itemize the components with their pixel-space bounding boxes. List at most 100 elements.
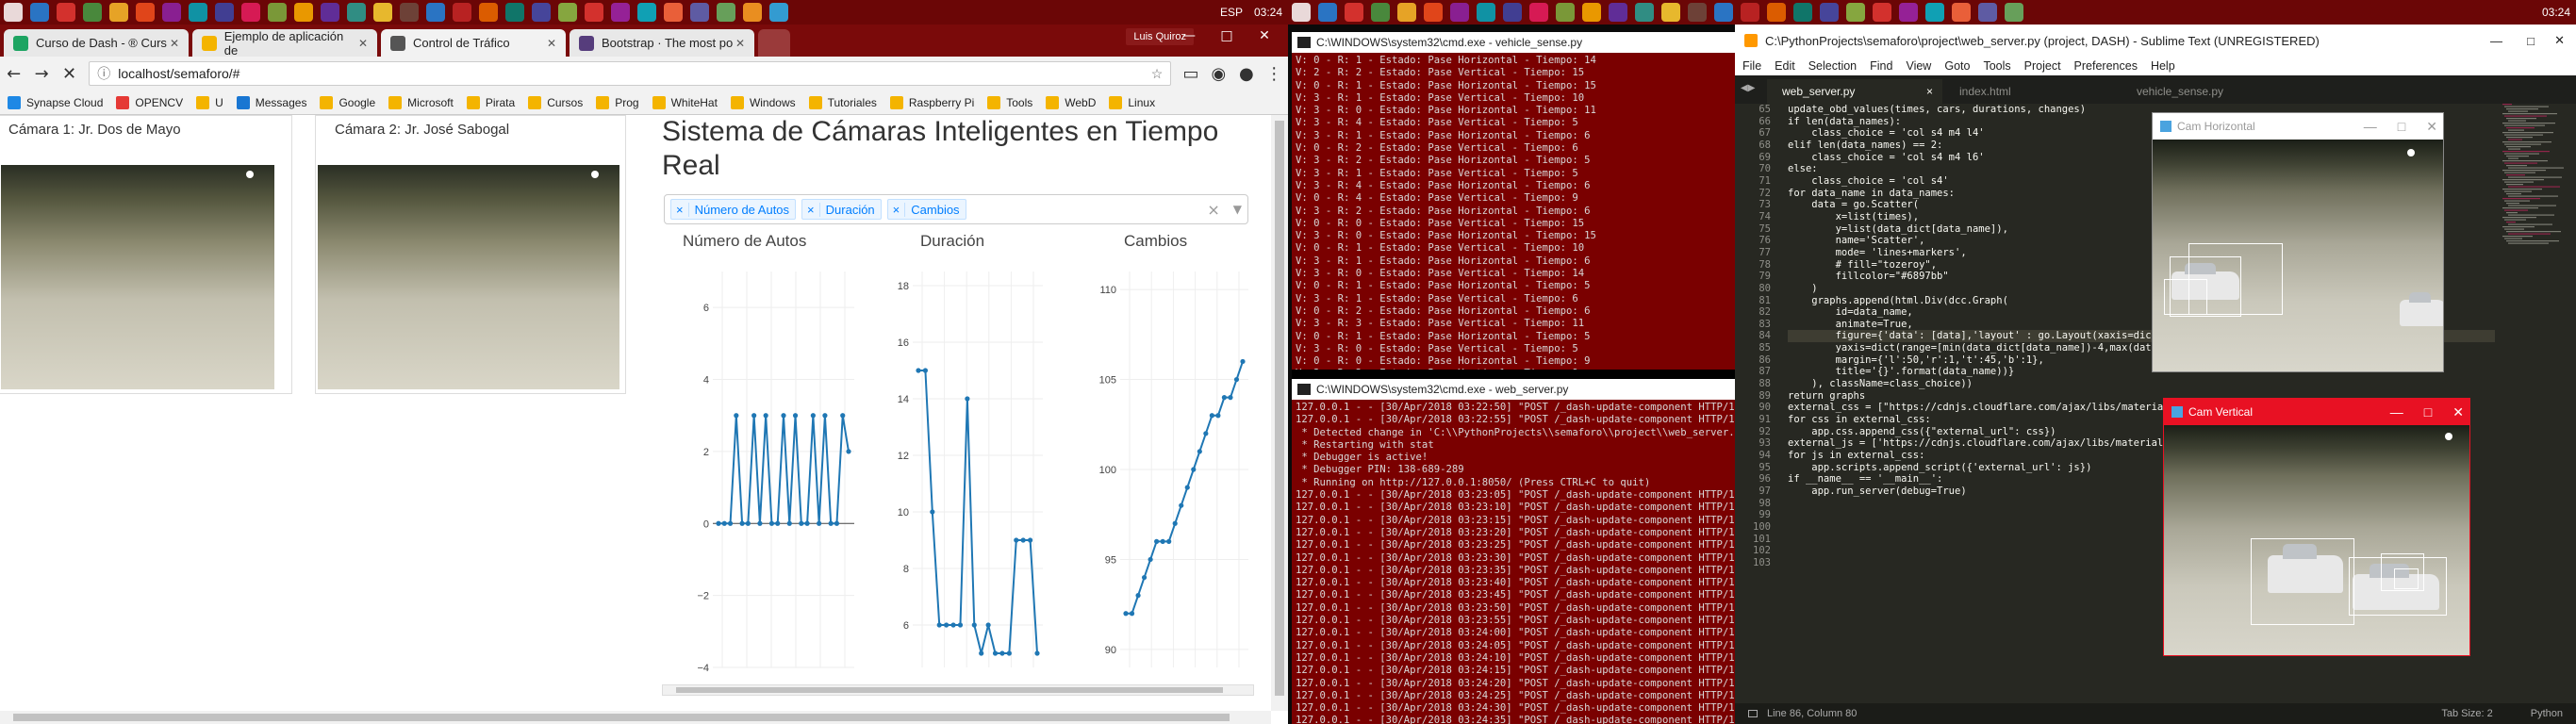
data-point[interactable]	[1141, 574, 1148, 581]
data-point[interactable]	[985, 622, 991, 628]
taskbar-app-icon[interactable]	[162, 3, 181, 22]
data-point[interactable]	[979, 650, 984, 656]
chip-remove-icon[interactable]: ×	[888, 202, 906, 217]
data-point[interactable]	[992, 650, 999, 656]
data-point[interactable]	[799, 520, 804, 526]
bookmark-item[interactable]: OPENCV	[116, 95, 183, 109]
data-point[interactable]	[739, 520, 745, 526]
data-point[interactable]	[1209, 413, 1214, 419]
data-point[interactable]	[810, 413, 816, 419]
taskbar-app-icon[interactable]	[1925, 3, 1944, 22]
data-point[interactable]	[944, 622, 949, 628]
data-point[interactable]	[1215, 413, 1221, 419]
data-point[interactable]	[1034, 650, 1040, 656]
data-point[interactable]	[817, 520, 822, 526]
menu-icon[interactable]: ⋮	[1261, 64, 1288, 84]
menu-goto[interactable]: Goto	[1944, 59, 1970, 73]
maximize-icon[interactable]: □	[1213, 25, 1241, 47]
cmd-titlebar[interactable]: C:\WINDOWS\system32\cmd.exe - vehicle_se…	[1292, 32, 1735, 53]
bookmark-item[interactable]: Google	[320, 95, 375, 109]
data-point[interactable]	[1221, 395, 1228, 401]
menu-file[interactable]: File	[1742, 59, 1761, 73]
cam-horizontal-window[interactable]: Cam Horizontal — □ ✕	[2152, 112, 2444, 372]
taskbar-clock[interactable]: 03:24	[2542, 6, 2570, 19]
minimize-icon[interactable]: —	[2390, 404, 2403, 420]
data-point[interactable]	[745, 520, 751, 526]
taskbar-app-icon[interactable]	[241, 3, 260, 22]
taskbar-app-icon[interactable]	[664, 3, 683, 22]
menu-selection[interactable]: Selection	[1808, 59, 1857, 73]
data-point[interactable]	[1240, 358, 1246, 365]
taskbar-app-icon[interactable]	[1741, 3, 1759, 22]
browser-tab[interactable]: Curso de Dash - ® Curs ✕	[4, 29, 189, 57]
data-point[interactable]	[1191, 467, 1197, 472]
tab-close-icon[interactable]: ✕	[547, 37, 556, 50]
taskbar-app-icon[interactable]	[1978, 3, 1997, 22]
bookmark-item[interactable]: Cursos	[528, 95, 583, 109]
close-icon[interactable]: ✕	[2554, 33, 2565, 48]
page-vertical-scrollbar[interactable]	[1271, 115, 1288, 711]
taskbar-app-icon[interactable]	[294, 3, 313, 22]
close-icon[interactable]: ✕	[2452, 404, 2464, 420]
cam-horizontal-titlebar[interactable]: Cam Horizontal — □ ✕	[2153, 113, 2443, 140]
menu-edit[interactable]: Edit	[1775, 59, 1795, 73]
data-point[interactable]	[957, 622, 964, 628]
data-point[interactable]	[792, 413, 799, 419]
data-point[interactable]	[1135, 593, 1141, 599]
data-point[interactable]	[822, 413, 828, 419]
data-point[interactable]	[936, 622, 942, 628]
taskbar-app-icon[interactable]	[215, 3, 234, 22]
data-point[interactable]	[716, 520, 721, 526]
taskbar-app-icon[interactable]	[83, 3, 102, 22]
menu-view[interactable]: View	[1906, 59, 1931, 73]
page-horizontal-scrollbar[interactable]	[0, 711, 1271, 724]
stop-icon[interactable]: ✕	[56, 64, 83, 84]
forward-icon[interactable]: →	[27, 64, 55, 84]
sublime-titlebar[interactable]: C:\PythonProjects\semaforo\project\web_s…	[1735, 25, 2576, 57]
new-tab-button[interactable]	[758, 29, 790, 57]
selected-graph-chip[interactable]: × Número de Autos	[670, 199, 797, 220]
taskbar-app-icon[interactable]	[321, 3, 339, 22]
data-point[interactable]	[734, 413, 739, 419]
data-point[interactable]	[1027, 537, 1033, 543]
bookmark-item[interactable]: Linux	[1109, 95, 1155, 109]
data-point[interactable]	[1014, 537, 1019, 543]
data-point[interactable]	[763, 413, 768, 419]
back-icon[interactable]: ←	[0, 64, 27, 84]
taskbar-app-icon[interactable]	[268, 3, 287, 22]
chip-remove-icon[interactable]: ×	[671, 202, 689, 217]
dash-horizontal-scrollbar[interactable]	[662, 684, 1254, 696]
taskbar-app-icon[interactable]	[1450, 3, 1469, 22]
minimap[interactable]	[2501, 104, 2576, 255]
taskbar-app-icon[interactable]	[1582, 3, 1601, 22]
editor-tab[interactable]: index.html	[1944, 79, 2120, 104]
data-point[interactable]	[768, 520, 775, 526]
data-point[interactable]	[786, 520, 792, 526]
data-point[interactable]	[1233, 376, 1240, 383]
taskbar-app-icon[interactable]	[400, 3, 419, 22]
info-icon[interactable]: ⓘ	[97, 64, 110, 83]
tab-close-icon[interactable]: ✕	[735, 37, 745, 50]
data-point[interactable]	[1129, 611, 1135, 617]
taskbar-app-icon[interactable]	[1503, 3, 1522, 22]
data-point[interactable]	[846, 449, 851, 454]
taskbar-app-icon[interactable]	[717, 3, 735, 22]
taskbar-app-icon[interactable]	[1688, 3, 1707, 22]
data-point[interactable]	[950, 622, 956, 628]
bookmark-item[interactable]: Pirata	[466, 95, 515, 109]
data-point[interactable]	[775, 520, 781, 526]
taskbar-app-icon[interactable]	[585, 3, 603, 22]
cast-icon[interactable]: ▭	[1177, 64, 1204, 84]
editor-tab[interactable]: vehicle_sense.py	[2122, 79, 2297, 104]
taskbar-app-icon[interactable]	[1635, 3, 1654, 22]
tab-close-icon[interactable]: ✕	[358, 37, 368, 50]
tab-size[interactable]: Tab Size: 2	[2441, 708, 2492, 719]
taskbar-app-icon[interactable]	[1556, 3, 1575, 22]
menu-tools[interactable]: Tools	[1983, 59, 2010, 73]
taskbar-app-icon[interactable]	[1661, 3, 1680, 22]
bookmark-item[interactable]: Tools	[987, 95, 1032, 109]
taskbar-app-icon[interactable]	[743, 3, 762, 22]
bookmark-item[interactable]: Windows	[730, 95, 796, 109]
data-point[interactable]	[757, 520, 763, 526]
taskbar-app-icon[interactable]	[189, 3, 207, 22]
